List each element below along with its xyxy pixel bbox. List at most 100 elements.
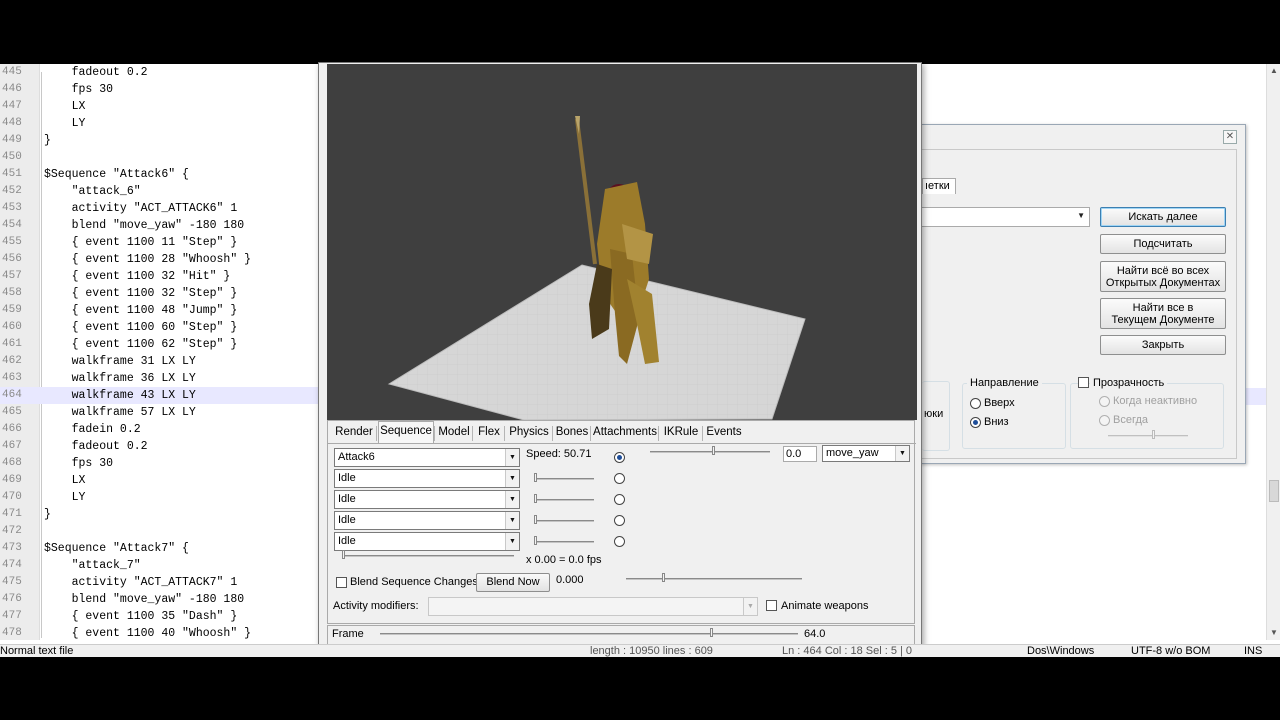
tab-events[interactable]: Events: [704, 423, 744, 443]
close-button[interactable]: Закрыть: [1100, 335, 1226, 355]
blend-slider[interactable]: [626, 573, 802, 587]
find-all-current-doc-button[interactable]: Найти все в Текущем Документе: [1100, 298, 1226, 329]
layer-radio-3[interactable]: [614, 494, 625, 505]
layer-radio-5[interactable]: [614, 536, 625, 547]
weight-slider-2[interactable]: [534, 473, 594, 487]
line-number: 460: [2, 321, 22, 333]
code-line[interactable]: 472: [0, 523, 320, 540]
search-input[interactable]: ▼: [922, 207, 1090, 227]
layer-radio-1[interactable]: [614, 452, 625, 463]
chevron-down-icon[interactable]: ▼: [505, 449, 519, 466]
frame-slider-knob[interactable]: [710, 628, 713, 637]
sequence-select-2[interactable]: Idle ▼: [334, 469, 520, 488]
weight-slider-4[interactable]: [534, 515, 594, 529]
code-line[interactable]: 468 fps 30: [0, 455, 320, 472]
code-line[interactable]: 454 blend "move_yaw" -180 180: [0, 217, 320, 234]
activity-modifiers-select[interactable]: ▼: [428, 597, 758, 616]
code-line[interactable]: 450: [0, 149, 320, 166]
code-line[interactable]: 471}: [0, 506, 320, 523]
chevron-down-icon[interactable]: ▼: [743, 598, 757, 615]
tab-model[interactable]: Model: [436, 423, 472, 443]
chevron-down-icon[interactable]: ▼: [505, 533, 519, 550]
scroll-up-icon[interactable]: ▲: [1269, 66, 1279, 76]
sequence-select-4[interactable]: Idle ▼: [334, 511, 520, 530]
transparency-slider[interactable]: [1108, 430, 1188, 444]
chevron-down-icon[interactable]: ▼: [505, 470, 519, 487]
code-line[interactable]: 449}: [0, 132, 320, 149]
code-line[interactable]: 469 LX: [0, 472, 320, 489]
code-line[interactable]: 460 { event 1100 60 "Step" }: [0, 319, 320, 336]
scroll-thumb[interactable]: [1269, 480, 1279, 502]
code-line[interactable]: 464 walkframe 43 LX LY: [0, 387, 320, 404]
chevron-down-icon[interactable]: ▼: [1077, 211, 1085, 220]
tab-render[interactable]: Render: [332, 423, 376, 443]
transparency-checkbox[interactable]: [1078, 377, 1089, 388]
code-line[interactable]: 458 { event 1100 32 "Step" }: [0, 285, 320, 302]
chevron-down-icon[interactable]: ▼: [895, 446, 909, 461]
speed-slider[interactable]: [342, 550, 514, 564]
when-inactive-radio[interactable]: [1099, 396, 1110, 407]
code-line[interactable]: 452 "attack_6": [0, 183, 320, 200]
code-line[interactable]: 475 activity "ACT_ATTACK7" 1: [0, 574, 320, 591]
code-line[interactable]: 476 blend "move_yaw" -180 180: [0, 591, 320, 608]
code-line[interactable]: 448 LY: [0, 115, 320, 132]
blend-now-button[interactable]: Blend Now: [476, 573, 550, 592]
code-line[interactable]: 474 "attack_7": [0, 557, 320, 574]
sequence-select-1[interactable]: Attack6 ▼: [334, 448, 520, 467]
always-radio[interactable]: [1099, 415, 1110, 426]
model-render[interactable]: [327, 64, 917, 420]
partial-label: юки: [924, 408, 944, 420]
pose-value-field[interactable]: 0.0: [783, 446, 817, 462]
layer-radio-4[interactable]: [614, 515, 625, 526]
tab-flex[interactable]: Flex: [474, 423, 504, 443]
pose-param-slider[interactable]: [650, 446, 770, 460]
code-line[interactable]: 463 walkframe 36 LX LY: [0, 370, 320, 387]
tab-ikrule[interactable]: IKRule: [660, 423, 702, 443]
layer-radio-2[interactable]: [614, 473, 625, 484]
code-line[interactable]: 453 activity "ACT_ATTACK6" 1: [0, 200, 320, 217]
count-button[interactable]: Подсчитать: [1100, 234, 1226, 254]
animate-weapons-checkbox[interactable]: [766, 600, 777, 611]
tab-mark[interactable]: ıетки: [922, 178, 956, 194]
tab-bones[interactable]: Bones: [554, 423, 590, 443]
code-line[interactable]: 470 LY: [0, 489, 320, 506]
sequence-tab-body: Attack6 ▼ Idle ▼ Idle ▼ Idle ▼ Idle ▼ Sp…: [328, 443, 916, 624]
pose-param-select[interactable]: move_yaw ▼: [822, 445, 910, 462]
find-next-button[interactable]: Искать далее: [1100, 207, 1226, 227]
code-line[interactable]: 446 fps 30: [0, 81, 320, 98]
sequence-select-5[interactable]: Idle ▼: [334, 532, 520, 551]
blend-sequence-checkbox[interactable]: [336, 577, 347, 588]
code-line[interactable]: 465 walkframe 57 LX LY: [0, 404, 320, 421]
direction-down-radio[interactable]: [970, 417, 981, 428]
weight-slider-3[interactable]: [534, 494, 594, 508]
status-length: length : 10950 lines : 609: [590, 645, 713, 657]
code-line[interactable]: 462 walkframe 31 LX LY: [0, 353, 320, 370]
code-line[interactable]: 466 fadein 0.2: [0, 421, 320, 438]
code-line[interactable]: 461 { event 1100 62 "Step" }: [0, 336, 320, 353]
tab-physics[interactable]: Physics: [506, 423, 552, 443]
find-all-open-docs-button[interactable]: Найти всё во всех Открытых Документах: [1100, 261, 1226, 292]
frame-slider[interactable]: [380, 628, 798, 642]
close-icon[interactable]: ✕: [1223, 130, 1237, 144]
code-line[interactable]: 473 $Sequence "Attack7" {: [0, 540, 320, 557]
3d-viewport[interactable]: [327, 64, 917, 420]
code-line[interactable]: 478 { event 1100 40 "Whoosh" }: [0, 625, 320, 642]
code-line[interactable]: 456 { event 1100 28 "Whoosh" }: [0, 251, 320, 268]
code-line[interactable]: 477 { event 1100 35 "Dash" }: [0, 608, 320, 625]
code-line[interactable]: 467 fadeout 0.2: [0, 438, 320, 455]
chevron-down-icon[interactable]: ▼: [505, 512, 519, 529]
chevron-down-icon[interactable]: ▼: [505, 491, 519, 508]
scroll-down-icon[interactable]: ▼: [1269, 628, 1279, 638]
editor-scrollbar[interactable]: ▲ ▼: [1266, 64, 1280, 640]
code-line[interactable]: 447 LX: [0, 98, 320, 115]
code-line[interactable]: 459 { event 1100 48 "Jump" }: [0, 302, 320, 319]
tab-attachments[interactable]: Attachments: [592, 423, 658, 443]
code-line[interactable]: 457 { event 1100 32 "Hit" }: [0, 268, 320, 285]
tab-sequence[interactable]: Sequence: [378, 421, 434, 443]
code-line[interactable]: 451 $Sequence "Attack6" {: [0, 166, 320, 183]
code-line[interactable]: 445 fadeout 0.2: [0, 64, 320, 81]
weight-slider-5[interactable]: [534, 536, 594, 550]
code-line[interactable]: 455 { event 1100 11 "Step" }: [0, 234, 320, 251]
sequence-select-3[interactable]: Idle ▼: [334, 490, 520, 509]
direction-up-radio[interactable]: [970, 398, 981, 409]
